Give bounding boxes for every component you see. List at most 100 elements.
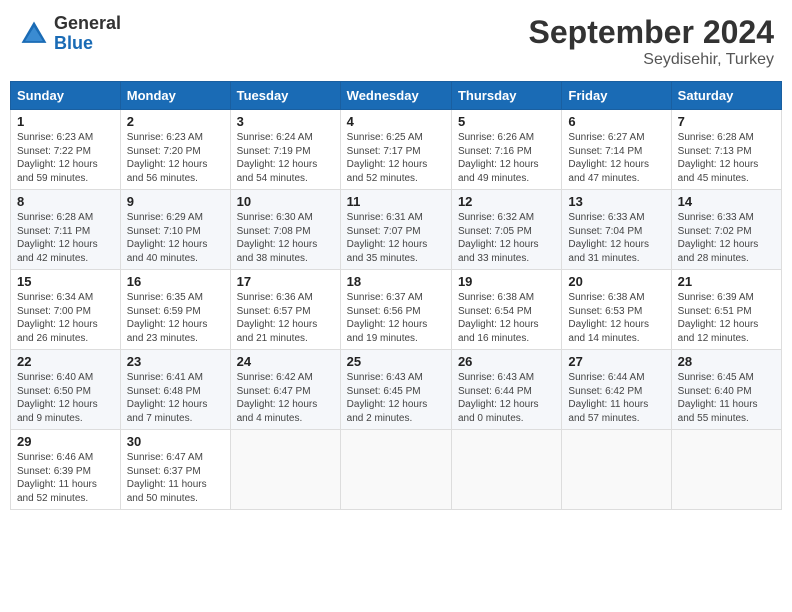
calendar-cell: 24 Sunrise: 6:42 AM Sunset: 6:47 PM Dayli… [230, 350, 340, 430]
day-info: Sunrise: 6:46 AM Sunset: 6:39 PM Dayligh… [17, 451, 114, 505]
calendar-cell: 11Sunrise: 6:31 AM Sunset: 7:07 PM Dayli… [340, 190, 451, 270]
day-info: Sunrise: 6:47 AM Sunset: 6:37 PM Dayligh… [127, 451, 224, 505]
day-number: 2 [127, 114, 224, 129]
day-number: 4 [347, 114, 445, 129]
weekday-header-saturday: Saturday [671, 82, 781, 110]
calendar-cell: 18 Sunrise: 6:37 AM Sunset: 6:56 PM Dayli… [340, 270, 451, 350]
calendar-cell: 8 Sunrise: 6:28 AM Sunset: 7:11 PM Daylig… [11, 190, 121, 270]
day-number: 23 [127, 354, 224, 369]
logo-general: General [54, 14, 121, 34]
day-info: Sunrise: 6:29 AM Sunset: 7:10 PM Dayligh… [127, 211, 224, 265]
calendar-week-row: 1 Sunrise: 6:23 AM Sunset: 7:22 PM Daylig… [11, 110, 782, 190]
day-number: 12 [458, 194, 555, 209]
day-info: Sunrise: 6:37 AM Sunset: 6:56 PM Dayligh… [347, 291, 445, 345]
day-number: 20 [568, 274, 664, 289]
day-number: 18 [347, 274, 445, 289]
day-info: Sunrise: 6:24 AM Sunset: 7:19 PM Dayligh… [237, 131, 334, 185]
day-info: Sunrise: 6:38 AM Sunset: 6:53 PM Dayligh… [568, 291, 664, 345]
calendar-cell: 9 Sunrise: 6:29 AM Sunset: 7:10 PM Daylig… [120, 190, 230, 270]
day-number: 5 [458, 114, 555, 129]
day-info: Sunrise: 6:40 AM Sunset: 6:50 PM Dayligh… [17, 371, 114, 425]
logo-icon [18, 18, 50, 50]
day-info: Sunrise: 6:28 AM Sunset: 7:11 PM Dayligh… [17, 211, 114, 265]
location: Seydisehir, Turkey [529, 51, 774, 69]
calendar-cell: 2 Sunrise: 6:23 AM Sunset: 7:20 PM Daylig… [120, 110, 230, 190]
day-info: Sunrise: 6:30 AM Sunset: 7:08 PM Dayligh… [237, 211, 334, 265]
day-number: 16 [127, 274, 224, 289]
page-header: General Blue September 2024 Seydisehir, … [10, 10, 782, 73]
title-block: September 2024 Seydisehir, Turkey [529, 14, 774, 69]
weekday-header-wednesday: Wednesday [340, 82, 451, 110]
day-info: Sunrise: 6:33 AM Sunset: 7:04 PM Dayligh… [568, 211, 664, 265]
day-info: Sunrise: 6:45 AM Sunset: 6:40 PM Dayligh… [678, 371, 775, 425]
day-info: Sunrise: 6:43 AM Sunset: 6:45 PM Dayligh… [347, 371, 445, 425]
day-info: Sunrise: 6:41 AM Sunset: 6:48 PM Dayligh… [127, 371, 224, 425]
day-info: Sunrise: 6:44 AM Sunset: 6:42 PM Dayligh… [568, 371, 664, 425]
day-number: 6 [568, 114, 664, 129]
day-info: Sunrise: 6:39 AM Sunset: 6:51 PM Dayligh… [678, 291, 775, 345]
calendar-cell: 14Sunrise: 6:33 AM Sunset: 7:02 PM Dayli… [671, 190, 781, 270]
calendar-cell: 4Sunrise: 6:25 AM Sunset: 7:17 PM Daylig… [340, 110, 451, 190]
calendar-cell: 5 Sunrise: 6:26 AM Sunset: 7:16 PM Daylig… [451, 110, 561, 190]
calendar-cell: 15 Sunrise: 6:34 AM Sunset: 7:00 PM Dayli… [11, 270, 121, 350]
day-number: 25 [347, 354, 445, 369]
logo-text: General Blue [54, 14, 121, 54]
calendar-cell: 12 Sunrise: 6:32 AM Sunset: 7:05 PM Dayli… [451, 190, 561, 270]
calendar-cell [340, 430, 451, 510]
day-number: 30 [127, 434, 224, 449]
day-number: 11 [347, 194, 445, 209]
calendar-cell [671, 430, 781, 510]
day-info: Sunrise: 6:43 AM Sunset: 6:44 PM Dayligh… [458, 371, 555, 425]
calendar-cell: 3Sunrise: 6:24 AM Sunset: 7:19 PM Daylig… [230, 110, 340, 190]
calendar-cell [230, 430, 340, 510]
weekday-header-friday: Friday [562, 82, 671, 110]
day-info: Sunrise: 6:23 AM Sunset: 7:22 PM Dayligh… [17, 131, 114, 185]
calendar-cell: 29 Sunrise: 6:46 AM Sunset: 6:39 PM Dayli… [11, 430, 121, 510]
weekday-header-sunday: Sunday [11, 82, 121, 110]
calendar-cell: 22 Sunrise: 6:40 AM Sunset: 6:50 PM Dayli… [11, 350, 121, 430]
day-number: 9 [127, 194, 224, 209]
day-number: 15 [17, 274, 114, 289]
day-info: Sunrise: 6:34 AM Sunset: 7:00 PM Dayligh… [17, 291, 114, 345]
logo: General Blue [18, 14, 121, 54]
calendar-week-row: 8 Sunrise: 6:28 AM Sunset: 7:11 PM Daylig… [11, 190, 782, 270]
calendar-cell: 10 Sunrise: 6:30 AM Sunset: 7:08 PM Dayli… [230, 190, 340, 270]
weekday-header-monday: Monday [120, 82, 230, 110]
calendar-cell: 20 Sunrise: 6:38 AM Sunset: 6:53 PM Dayli… [562, 270, 671, 350]
calendar-week-row: 15 Sunrise: 6:34 AM Sunset: 7:00 PM Dayli… [11, 270, 782, 350]
day-number: 29 [17, 434, 114, 449]
day-number: 26 [458, 354, 555, 369]
calendar-cell: 30 Sunrise: 6:47 AM Sunset: 6:37 PM Dayli… [120, 430, 230, 510]
calendar-week-row: 29 Sunrise: 6:46 AM Sunset: 6:39 PM Dayli… [11, 430, 782, 510]
day-number: 10 [237, 194, 334, 209]
calendar-cell: 7Sunrise: 6:28 AM Sunset: 7:13 PM Daylig… [671, 110, 781, 190]
day-info: Sunrise: 6:26 AM Sunset: 7:16 PM Dayligh… [458, 131, 555, 185]
calendar-cell [562, 430, 671, 510]
day-number: 8 [17, 194, 114, 209]
calendar-cell: 21 Sunrise: 6:39 AM Sunset: 6:51 PM Dayli… [671, 270, 781, 350]
calendar-cell: 6Sunrise: 6:27 AM Sunset: 7:14 PM Daylig… [562, 110, 671, 190]
calendar-table: SundayMondayTuesdayWednesdayThursdayFrid… [10, 81, 782, 510]
calendar-cell: 16Sunrise: 6:35 AM Sunset: 6:59 PM Dayli… [120, 270, 230, 350]
day-info: Sunrise: 6:33 AM Sunset: 7:02 PM Dayligh… [678, 211, 775, 265]
logo-blue: Blue [54, 34, 121, 54]
calendar-cell: 13Sunrise: 6:33 AM Sunset: 7:04 PM Dayli… [562, 190, 671, 270]
calendar-cell: 1 Sunrise: 6:23 AM Sunset: 7:22 PM Daylig… [11, 110, 121, 190]
day-info: Sunrise: 6:23 AM Sunset: 7:20 PM Dayligh… [127, 131, 224, 185]
day-number: 27 [568, 354, 664, 369]
weekday-header-row: SundayMondayTuesdayWednesdayThursdayFrid… [11, 82, 782, 110]
calendar-week-row: 22 Sunrise: 6:40 AM Sunset: 6:50 PM Dayli… [11, 350, 782, 430]
day-number: 21 [678, 274, 775, 289]
day-info: Sunrise: 6:38 AM Sunset: 6:54 PM Dayligh… [458, 291, 555, 345]
day-number: 7 [678, 114, 775, 129]
weekday-header-tuesday: Tuesday [230, 82, 340, 110]
calendar-cell: 27 Sunrise: 6:44 AM Sunset: 6:42 PM Dayli… [562, 350, 671, 430]
day-number: 19 [458, 274, 555, 289]
day-number: 24 [237, 354, 334, 369]
day-info: Sunrise: 6:42 AM Sunset: 6:47 PM Dayligh… [237, 371, 334, 425]
day-number: 17 [237, 274, 334, 289]
day-number: 22 [17, 354, 114, 369]
day-number: 1 [17, 114, 114, 129]
calendar-cell: 25 Sunrise: 6:43 AM Sunset: 6:45 PM Dayli… [340, 350, 451, 430]
day-info: Sunrise: 6:32 AM Sunset: 7:05 PM Dayligh… [458, 211, 555, 265]
